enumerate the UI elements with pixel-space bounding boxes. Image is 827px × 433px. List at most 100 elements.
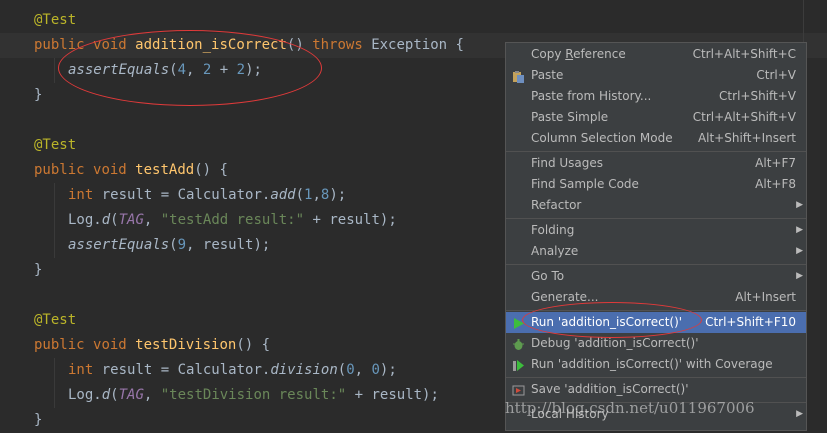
submenu-arrow-icon: ▶ bbox=[796, 200, 803, 210]
shortcut: Alt+Shift+Insert bbox=[697, 131, 796, 145]
method-call: d bbox=[101, 387, 111, 403]
submenu-arrow-icon: ▶ bbox=[796, 246, 803, 256]
code-line: int result = Calculator.add(1,8); bbox=[68, 183, 346, 208]
menu-item-paste-simple[interactable]: Paste Simple Ctrl+Alt+Shift+V bbox=[506, 107, 806, 128]
watermark: http://blog.csdn.net/u011967006 bbox=[505, 399, 755, 417]
menu-separator bbox=[506, 377, 806, 378]
menu-label: Paste bbox=[531, 68, 564, 82]
menu-separator bbox=[506, 151, 806, 152]
code-line: Log.d(TAG, "testAdd result:" + result); bbox=[68, 208, 397, 233]
number-literal: 9 bbox=[177, 237, 187, 253]
code-line: @Test bbox=[34, 133, 76, 158]
code-text: result = Calculator. bbox=[101, 362, 271, 378]
menu-item-refactor[interactable]: Refactor ▶ bbox=[506, 195, 806, 216]
code-text: , bbox=[143, 212, 161, 228]
code-line: @Test bbox=[34, 8, 76, 33]
method-call: add bbox=[270, 187, 296, 203]
menu-item-find-usages[interactable]: Find Usages Alt+F7 bbox=[506, 153, 806, 174]
code-line: } bbox=[34, 83, 42, 108]
code-text: Log. bbox=[68, 212, 102, 228]
keyword: void bbox=[93, 162, 127, 178]
code-text: , bbox=[143, 387, 161, 403]
menu-item-analyze[interactable]: Analyze ▶ bbox=[506, 241, 806, 262]
menu-item-go-to[interactable]: Go To ▶ bbox=[506, 266, 806, 287]
menu-separator bbox=[506, 264, 806, 265]
code-text: () { bbox=[194, 162, 228, 178]
code-line: int result = Calculator.division(0, 0); bbox=[68, 358, 397, 383]
shortcut: Alt+F8 bbox=[755, 177, 796, 191]
code-text: } bbox=[34, 412, 43, 428]
method-call: division bbox=[270, 362, 338, 378]
menu-item-run-with-coverage[interactable]: Run 'addition_isCorrect()' with Coverage bbox=[506, 354, 806, 375]
number-literal: 0 bbox=[371, 362, 380, 378]
method-call: d bbox=[101, 212, 111, 228]
menu-label: Folding bbox=[531, 223, 575, 237]
menu-item-copy-reference[interactable]: Copy Reference Ctrl+Alt+Shift+C bbox=[506, 44, 806, 65]
menu-item-folding[interactable]: Folding ▶ bbox=[506, 220, 806, 241]
coverage-icon bbox=[512, 358, 525, 371]
code-text: , bbox=[354, 362, 372, 378]
menu-label: Analyze bbox=[531, 244, 579, 258]
code-text: ( bbox=[110, 212, 119, 228]
indent-guide bbox=[54, 58, 55, 83]
context-menu: Copy Reference Ctrl+Alt+Shift+C Paste Ctrl… bbox=[505, 42, 807, 431]
code-text: } bbox=[34, 87, 43, 103]
menu-item-debug[interactable]: Debug 'addition_isCorrect()' bbox=[506, 333, 806, 354]
submenu-arrow-icon: ▶ bbox=[796, 225, 803, 235]
annotation: @Test bbox=[34, 137, 77, 153]
keyword: void bbox=[93, 337, 127, 353]
menu-label: Go To bbox=[531, 269, 565, 283]
indent-guide bbox=[54, 358, 55, 383]
menu-item-column-selection-mode[interactable]: Column Selection Mode Alt+Shift+Insert bbox=[506, 128, 806, 149]
menu-item-paste-from-history[interactable]: Paste from History... Ctrl+Shift+V bbox=[506, 86, 806, 107]
menu-label: Find Usages bbox=[531, 156, 604, 170]
keyword: throws bbox=[312, 37, 363, 53]
shortcut: Ctrl+Shift+V bbox=[719, 89, 796, 103]
string-literal: "testAdd result:" bbox=[160, 212, 305, 228]
code-text: ( bbox=[295, 187, 305, 203]
indent-guide bbox=[54, 208, 55, 233]
paste-icon bbox=[512, 69, 525, 83]
code-text: ( bbox=[110, 387, 119, 403]
code-text: Log. bbox=[68, 387, 102, 403]
code-text: Exception { bbox=[371, 37, 464, 53]
code-text: ( bbox=[169, 237, 178, 253]
code-text: + result); bbox=[304, 212, 397, 228]
indent-guide bbox=[54, 233, 55, 258]
menu-label: Run 'addition_isCorrect()' with Coverage bbox=[531, 357, 773, 371]
constant: TAG bbox=[118, 387, 144, 403]
keyword: int bbox=[68, 187, 94, 203]
code-text: result = Calculator. bbox=[101, 187, 271, 203]
submenu-arrow-icon: ▶ bbox=[796, 271, 803, 281]
code-line: } bbox=[34, 408, 42, 433]
code-text: ( bbox=[337, 362, 347, 378]
code-line: @Test bbox=[34, 308, 76, 333]
menu-label: Column Selection Mode bbox=[531, 131, 673, 145]
method-call: assertEquals bbox=[68, 237, 170, 253]
debug-icon bbox=[512, 337, 525, 350]
constant: TAG bbox=[118, 212, 144, 228]
menu-item-paste[interactable]: Paste Ctrl+V bbox=[506, 65, 806, 86]
shortcut: Ctrl+Shift+F10 bbox=[705, 315, 796, 329]
indent-guide bbox=[54, 183, 55, 208]
menu-item-save-configuration[interactable]: Save 'addition_isCorrect()' bbox=[506, 379, 806, 400]
code-text: , result); bbox=[186, 237, 271, 253]
code-line: public void testDivision() { bbox=[34, 333, 270, 358]
code-line: Log.d(TAG, "testDivision result:" + resu… bbox=[68, 383, 439, 408]
method-name[interactable]: testDivision bbox=[135, 337, 236, 353]
menu-label: Paste from History... bbox=[531, 89, 652, 103]
code-text: + result); bbox=[346, 387, 439, 403]
code-text: , bbox=[312, 187, 321, 203]
method-name[interactable]: testAdd bbox=[135, 162, 194, 178]
shortcut: Alt+F7 bbox=[755, 156, 796, 170]
code-text: ); bbox=[329, 187, 347, 203]
annotation: @Test bbox=[34, 12, 77, 28]
menu-label: Paste Simple bbox=[531, 110, 609, 124]
shortcut: Ctrl+V bbox=[756, 68, 796, 82]
code-line: assertEquals(9, result); bbox=[68, 233, 270, 258]
menu-label: Refactor bbox=[531, 198, 582, 212]
code-text: () { bbox=[236, 337, 271, 353]
menu-item-find-sample-code[interactable]: Find Sample Code Alt+F8 bbox=[506, 174, 806, 195]
shortcut: Ctrl+Alt+Shift+V bbox=[692, 110, 796, 124]
annotation-ellipse bbox=[58, 30, 322, 106]
